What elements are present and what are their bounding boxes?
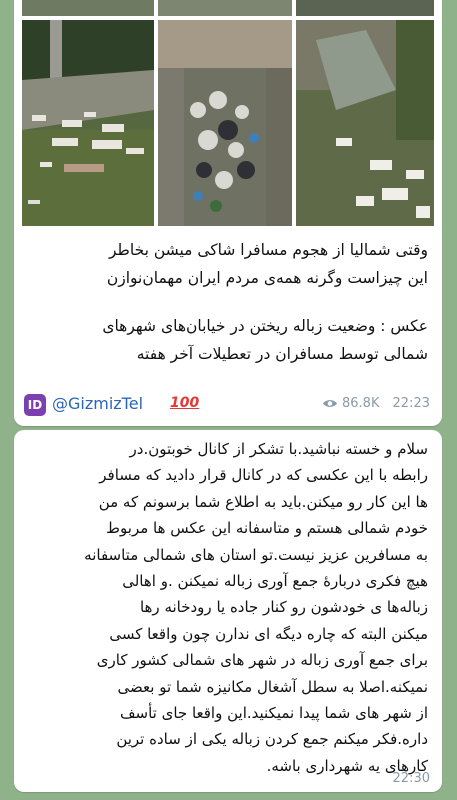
reply-line: ها این کار رو میکنن.باید به اطلاع شما بر… <box>98 492 428 511</box>
hundred-points-emoji: 100 <box>170 395 200 411</box>
reply-line: به مسافرین عزیز نیست.تو استان های شمالی … <box>84 545 428 564</box>
post-caption-line-3: عکس : وضعیت زباله ریختن در خیابان‌های شه… <box>102 317 428 335</box>
reply-line: خودم شمالی هستم و متاسفانه این عکس ها مر… <box>106 519 428 538</box>
photo-roadside-litter[interactable] <box>22 20 154 226</box>
post-caption-line-4: شمالی توسط مسافران در تعطیلات آخر هفته <box>136 345 428 363</box>
photo-album[interactable] <box>22 0 434 226</box>
eye-icon <box>323 400 337 407</box>
reply-line: کارهای یه شهرداری باشه. <box>266 756 428 775</box>
channel-post-bubble: وقتی شمالیا از هجوم مسافرا شاکی میشن بخا… <box>14 0 442 426</box>
channel-name-link[interactable]: @GizmizTel <box>52 394 143 413</box>
photo-riverbank-trash[interactable] <box>296 20 434 226</box>
reply-line: نمیکنه.اصلا به سطل آشغال مکانیزه شما تو … <box>117 677 429 696</box>
reply-timestamp: 22:30 <box>392 771 430 786</box>
photo-canal-trash[interactable] <box>158 20 292 226</box>
photo-strip-1[interactable] <box>22 0 154 16</box>
reply-line: رابطه با این عکسی که در کانال قرار دادید… <box>99 466 428 485</box>
view-count: 86.8K <box>342 396 380 411</box>
reply-line: میکنن البته که چاره دیگه ای ندارن چون وا… <box>109 624 428 643</box>
reply-message-bubble: سلام و خسته نباشید.با تشکر از کانال خوبت… <box>14 430 442 792</box>
reply-line: هیچ فکری دربارهٔ جمع آوری زباله نمیکنن .… <box>122 572 428 591</box>
post-caption-line-1: وقتی شمالیا از هجوم مسافرا شاکی میشن بخا… <box>108 241 428 259</box>
id-badge-icon: ID <box>24 394 46 416</box>
post-meta-row: ID @GizmizTel 100 86.8K 22:23 <box>24 392 430 418</box>
reply-line: برای جمع آوری زباله در شهر های شمالی کشو… <box>96 651 428 670</box>
reply-line: زباله‌ها ی خودشون رو کنار جاده یا رودخان… <box>139 598 428 617</box>
reply-line: داره.فکر میکنم جمع کردن زباله یکی از ساد… <box>116 730 428 749</box>
photo-strip-3[interactable] <box>296 0 434 16</box>
post-caption-line-2: این چیزاست وگرنه همه‌ی مردم ایران مهمان‌… <box>106 269 428 287</box>
reply-line: از شهر های شما پیدا نمیکنید.این واقعا جا… <box>119 704 428 723</box>
reply-message-text[interactable]: سلام و خسته نباشید.با تشکر از کانال خوبت… <box>26 436 428 779</box>
reply-line: سلام و خسته نباشید.با تشکر از کانال خوبت… <box>129 440 428 458</box>
post-timestamp: 22:23 <box>392 396 430 411</box>
photo-strip-2[interactable] <box>158 0 292 16</box>
